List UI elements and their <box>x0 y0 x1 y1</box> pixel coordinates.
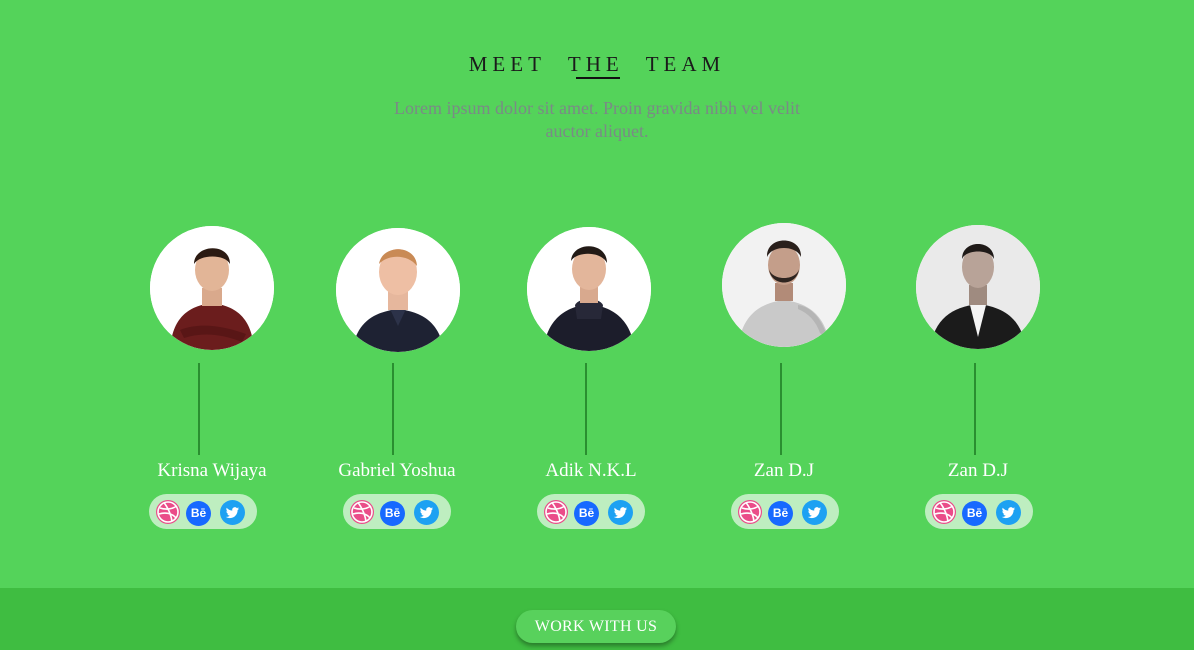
behance-icon[interactable]: Bē <box>768 501 793 526</box>
connector-line <box>198 363 200 455</box>
team-member-card: Zan D.J Bē <box>679 0 889 560</box>
member-photo <box>916 225 1040 349</box>
connector-line <box>585 363 587 455</box>
social-links: Bē <box>925 494 1033 529</box>
twitter-icon[interactable] <box>802 500 827 525</box>
member-photo <box>150 226 274 350</box>
team-member-card: Adik N.K.L Bē <box>486 0 696 560</box>
team-member-card: Zan D.J Bē <box>873 0 1083 560</box>
connector-line <box>392 363 394 455</box>
behance-icon[interactable]: Bē <box>962 501 987 526</box>
twitter-icon[interactable] <box>220 500 245 525</box>
twitter-icon[interactable] <box>414 500 439 525</box>
behance-icon[interactable]: Bē <box>186 501 211 526</box>
member-photo <box>527 227 651 351</box>
connector-line <box>780 363 782 455</box>
dribbble-icon[interactable] <box>737 499 763 525</box>
member-name: Krisna Wijaya <box>157 460 267 481</box>
member-name: Adik N.K.L <box>545 460 637 481</box>
member-photo <box>722 223 846 347</box>
team-member-card: Gabriel Yoshua Bē <box>292 0 502 560</box>
footer-bar: WORK WITH US <box>0 588 1194 650</box>
member-name: Zan D.J <box>753 460 815 481</box>
work-with-us-button[interactable]: WORK WITH US <box>516 610 676 643</box>
behance-icon[interactable]: Bē <box>574 501 599 526</box>
member-photo <box>336 228 460 352</box>
twitter-icon[interactable] <box>996 500 1021 525</box>
member-name: Gabriel Yoshua <box>338 460 456 481</box>
dribbble-icon[interactable] <box>543 499 569 525</box>
dribbble-icon[interactable] <box>931 499 957 525</box>
social-links: Bē <box>731 494 839 529</box>
member-name: Zan D.J <box>947 460 1009 481</box>
dribbble-icon[interactable] <box>349 499 375 525</box>
twitter-icon[interactable] <box>608 500 633 525</box>
team-member-card: Krisna Wijaya Bē <box>107 0 317 560</box>
connector-line <box>974 363 976 455</box>
social-links: Bē <box>537 494 645 529</box>
social-links: Bē <box>343 494 451 529</box>
behance-icon[interactable]: Bē <box>380 501 405 526</box>
social-links: Bē <box>149 494 257 529</box>
dribbble-icon[interactable] <box>155 499 181 525</box>
